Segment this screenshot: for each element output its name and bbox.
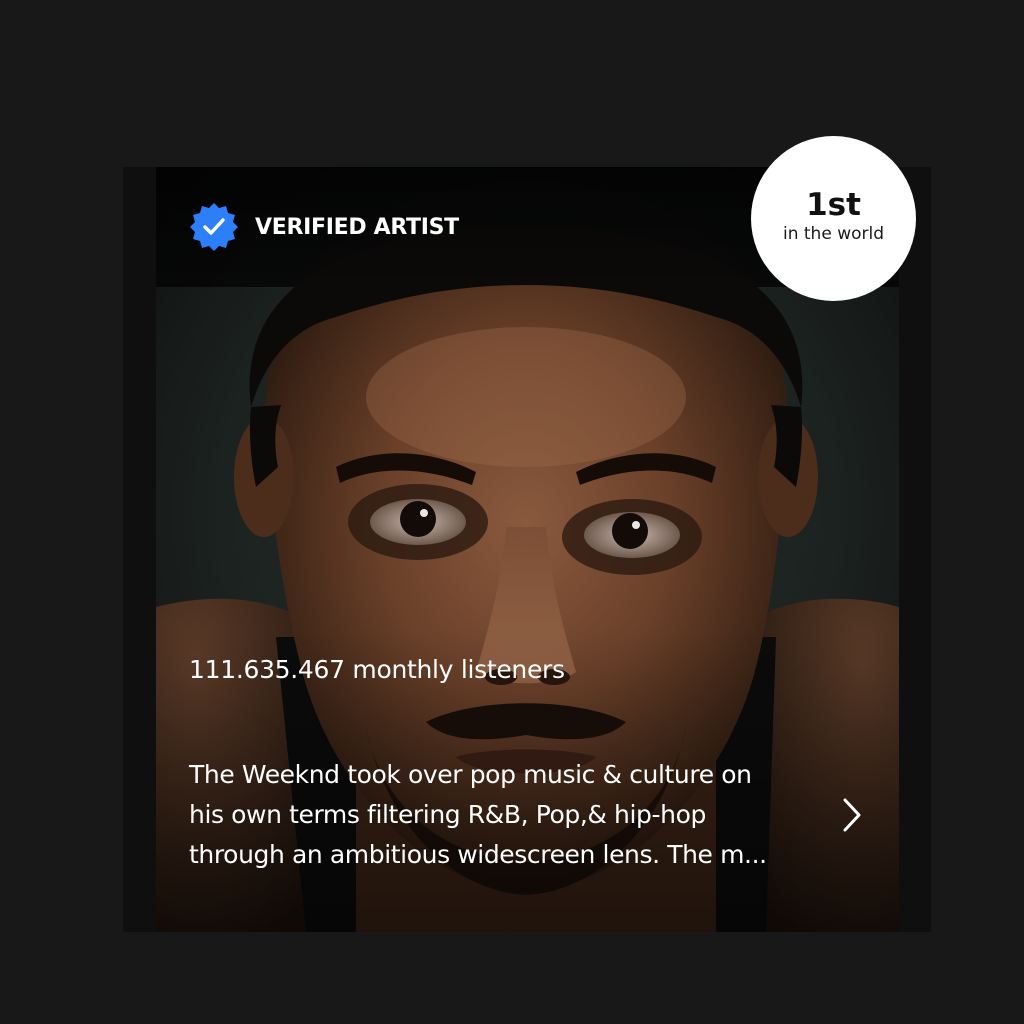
world-rank-value: 1st (806, 186, 861, 223)
verified-artist-row: VERIFIED ARTIST (190, 201, 459, 253)
bio-line: The Weeknd took over pop music & culture… (189, 760, 752, 789)
bio-line: through an ambitious widescreen lens. Th… (189, 840, 767, 869)
monthly-listeners: 111.635.467 monthly listeners (189, 655, 565, 684)
world-rank-caption: in the world (782, 223, 884, 244)
about-artist-screen: VERIFIED ARTIST 111.635.467 monthly list… (0, 0, 1024, 1024)
verified-badge-icon (190, 203, 238, 251)
open-bio-button[interactable] (828, 791, 876, 839)
verified-artist-label: VERIFIED ARTIST (255, 214, 459, 240)
artist-bio[interactable]: The Weeknd took over pop music & culture… (189, 755, 809, 875)
world-rank-badge: 1st in the world (751, 136, 916, 301)
bio-line: his own terms filtering R&B, Pop,& hip-h… (189, 800, 706, 829)
chevron-right-icon (843, 798, 861, 832)
